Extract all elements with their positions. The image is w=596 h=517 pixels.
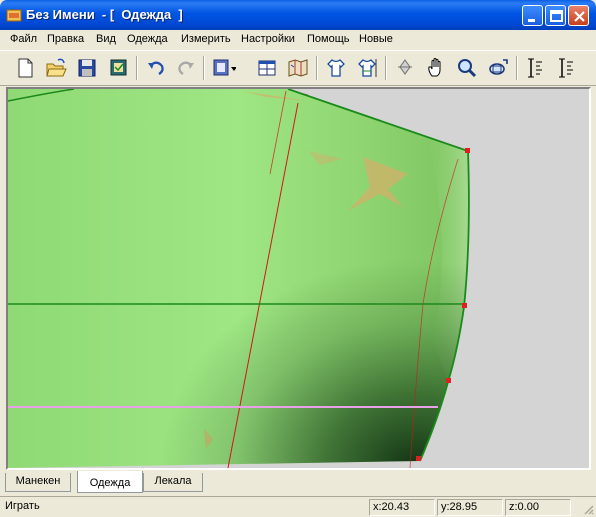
- shirt-measure-icon[interactable]: [354, 55, 380, 81]
- zoom-icon[interactable]: [454, 55, 480, 81]
- menu-bar: Файл Правка Вид Одежда Измерить Настройк…: [0, 30, 596, 49]
- menu-settings[interactable]: Настройки: [241, 33, 295, 45]
- garment-viewport[interactable]: [6, 87, 591, 470]
- status-action: Играть: [5, 500, 40, 512]
- window-icon[interactable]: [254, 55, 280, 81]
- rotate-icon[interactable]: [392, 55, 418, 81]
- redo-icon[interactable]: [173, 55, 199, 81]
- maximize-button[interactable]: [545, 5, 566, 26]
- save-all-icon[interactable]: [105, 55, 131, 81]
- toolbar-separator: [136, 56, 138, 80]
- close-button[interactable]: [568, 5, 589, 26]
- menu-measure[interactable]: Измерить: [181, 33, 231, 45]
- tab-mannequin[interactable]: Манекен: [5, 473, 71, 492]
- control-point[interactable]: [465, 148, 470, 153]
- undo-icon[interactable]: [143, 55, 169, 81]
- view-tabs: Манекен Одежда Лекала: [0, 471, 596, 495]
- menu-file[interactable]: Файл: [10, 33, 37, 45]
- open-folder-icon[interactable]: [43, 55, 69, 81]
- toolbar-separator: [203, 56, 205, 80]
- control-point[interactable]: [446, 378, 451, 383]
- map-icon[interactable]: [285, 55, 311, 81]
- menu-clothing[interactable]: Одежда: [127, 33, 168, 45]
- menu-help[interactable]: Помощь: [307, 33, 350, 45]
- reset-view-icon[interactable]: [485, 55, 511, 81]
- toolbar: [0, 50, 596, 86]
- status-z-coordinate: z:0.00: [505, 499, 571, 516]
- menu-new[interactable]: Новые: [359, 33, 393, 45]
- save-icon[interactable]: [74, 55, 100, 81]
- control-point[interactable]: [416, 456, 421, 461]
- toolbar-separator: [316, 56, 318, 80]
- toolbar-separator: [516, 56, 518, 80]
- menu-view[interactable]: Вид: [96, 33, 116, 45]
- menu-edit[interactable]: Правка: [47, 33, 84, 45]
- status-y-coordinate: y:28.95: [437, 499, 503, 516]
- resize-grip-icon[interactable]: [582, 503, 594, 515]
- toolbar-separator: [385, 56, 387, 80]
- measure-vertical-2-icon[interactable]: [553, 55, 579, 81]
- app-icon: [6, 7, 22, 23]
- measure-vertical-icon[interactable]: [522, 55, 548, 81]
- title-bar[interactable]: Без Имени - [ Одежда ]: [0, 0, 596, 30]
- minimize-button[interactable]: [522, 5, 543, 26]
- window-title: Без Имени - [ Одежда ]: [26, 7, 183, 22]
- status-bar: Играть x:20.43 y:28.95 z:0.00: [0, 496, 596, 517]
- new-file-icon[interactable]: [12, 55, 38, 81]
- status-x-coordinate: x:20.43: [369, 499, 435, 516]
- shirt-icon[interactable]: [323, 55, 349, 81]
- tab-clothing[interactable]: Одежда: [77, 471, 143, 493]
- control-point[interactable]: [462, 303, 467, 308]
- hand-pan-icon[interactable]: [423, 55, 449, 81]
- mannequin-dropdown-icon[interactable]: [210, 55, 237, 81]
- tab-patterns[interactable]: Лекала: [143, 473, 203, 492]
- garment-3d-canvas[interactable]: [8, 89, 589, 468]
